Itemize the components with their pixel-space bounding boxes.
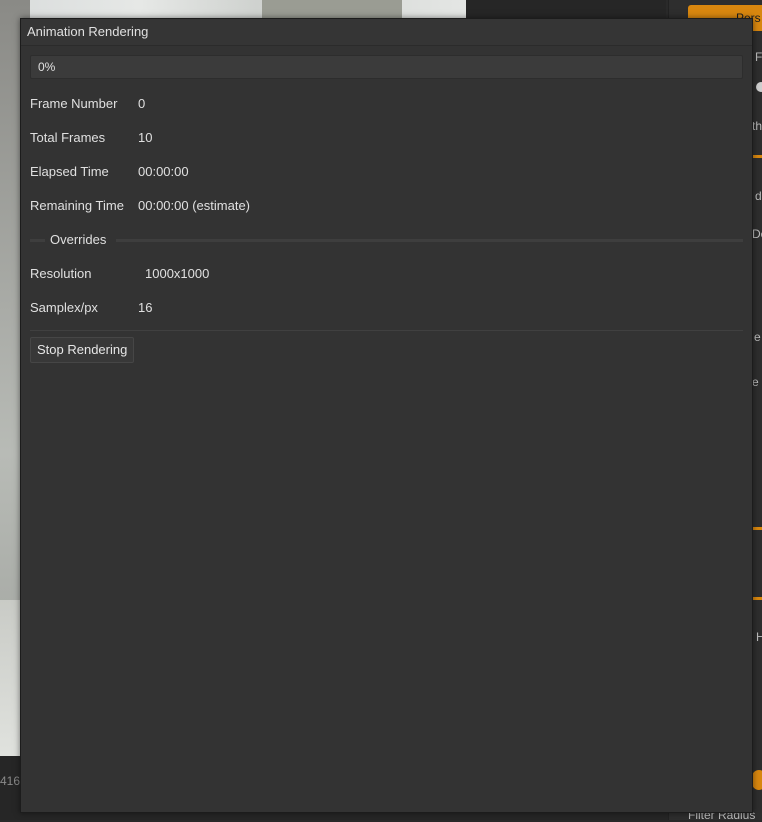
panel-text: e xyxy=(752,375,759,389)
frame-number-label: Frame Number xyxy=(30,96,118,111)
panel-text: F xyxy=(755,50,762,64)
panel-text: e xyxy=(754,330,761,344)
separator xyxy=(30,330,743,331)
total-frames-label: Total Frames xyxy=(30,130,106,145)
group-divider xyxy=(30,239,45,242)
toggle-switch[interactable] xyxy=(752,770,762,790)
elapsed-time-value: 00:00:00 xyxy=(138,164,189,179)
viewport-image-region xyxy=(262,0,402,20)
samples-label: Samplex/px xyxy=(30,300,98,315)
remaining-time-label: Remaining Time xyxy=(30,198,124,213)
frame-number-value: 0 xyxy=(138,96,146,111)
panel-text: H xyxy=(756,630,762,644)
dialog-title: Animation Rendering xyxy=(21,19,752,46)
progress-text: 0% xyxy=(38,60,56,74)
slider-track[interactable] xyxy=(752,155,762,158)
slider-handle[interactable] xyxy=(756,82,762,92)
slider-track[interactable] xyxy=(752,597,762,600)
animation-rendering-dialog: Animation Rendering 0% Frame Number 0 To… xyxy=(20,18,753,813)
resolution-label: Resolution xyxy=(30,266,92,281)
elapsed-time-label: Elapsed Time xyxy=(30,164,109,179)
panel-text: De xyxy=(752,227,762,241)
stop-rendering-button[interactable]: Stop Rendering xyxy=(30,337,135,363)
group-divider xyxy=(116,239,743,242)
panel-text: d xyxy=(755,189,762,203)
overrides-group-label: Overrides xyxy=(50,232,107,247)
render-progress-bar: 0% xyxy=(30,55,743,79)
panel-text: th xyxy=(752,119,762,133)
frame-indicator: 416 xyxy=(0,774,21,788)
resolution-value: 1000x1000 xyxy=(145,266,210,281)
total-frames-value: 10 xyxy=(138,130,153,145)
samples-value: 16 xyxy=(138,300,153,315)
viewport-toolbar xyxy=(466,0,666,20)
remaining-time-value: 00:00:00 (estimate) xyxy=(138,198,251,213)
slider-track[interactable] xyxy=(752,527,762,530)
